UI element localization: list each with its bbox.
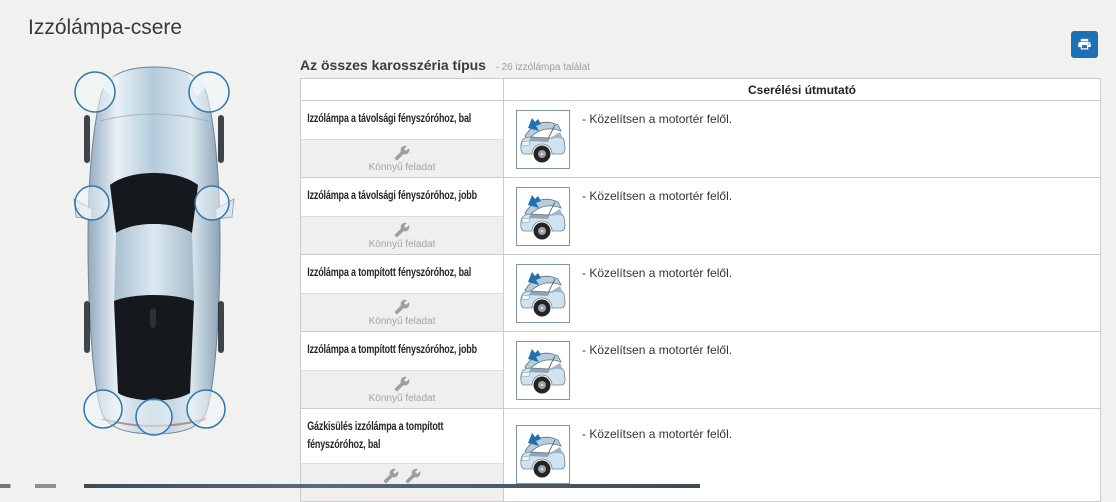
guide-instruction: - Közelítsen a motortér felől. bbox=[582, 427, 732, 441]
wrench-icon bbox=[394, 145, 410, 161]
guide-instruction: - Közelítsen a motortér felől. bbox=[582, 266, 732, 280]
car-body bbox=[74, 67, 234, 434]
footer-edge bbox=[0, 484, 700, 488]
guide-cell: - Közelítsen a motortér felől. bbox=[504, 255, 1101, 332]
wrench-icons bbox=[394, 145, 410, 161]
wrench-icon bbox=[394, 222, 410, 238]
difficulty-label: Könnyű feladat bbox=[369, 393, 436, 404]
wrench-icons bbox=[383, 468, 421, 484]
guide-cell: - Közelítsen a motortér felől. bbox=[504, 101, 1101, 178]
hotspot-rear-left-lamp[interactable] bbox=[84, 390, 122, 428]
bulb-title: Izzólámpa a távolsági fényszóróhoz, bal bbox=[301, 101, 501, 139]
car-open-hood-icon bbox=[518, 112, 568, 167]
bulb-cell: Izzólámpa a tompított fényszóróhoz, bal … bbox=[301, 255, 504, 332]
bulb-title: Izzólámpa a tompított fényszóróhoz, bal bbox=[301, 255, 501, 293]
wrench-icon bbox=[394, 299, 410, 315]
hotspot-mirror-right-lamp[interactable] bbox=[195, 186, 229, 220]
bulb-title: Gázkisülés izzólámpa a tompított fényszó… bbox=[301, 409, 501, 463]
guide-cell: - Közelítsen a motortér felől. bbox=[504, 332, 1101, 409]
table-header-empty-cell bbox=[301, 79, 504, 101]
difficulty-badge: Könnyű feladat bbox=[301, 293, 503, 331]
guide-instruction: - Közelítsen a motortér felől. bbox=[582, 343, 732, 357]
bulb-cell: Izzólámpa a távolsági fényszóróhoz, bal … bbox=[301, 101, 504, 178]
printer-icon bbox=[1077, 37, 1092, 52]
car-open-hood-icon bbox=[518, 343, 568, 398]
difficulty-badge: Könnyű feladat bbox=[301, 370, 503, 408]
results-header: Az összes karosszéria típus - 26 izzólám… bbox=[300, 57, 590, 75]
hotspot-rear-right-lamp[interactable] bbox=[187, 390, 225, 428]
bulb-title: Izzólámpa a tompított fényszóróhoz, jobb bbox=[301, 332, 501, 370]
hotspot-front-right-lamp[interactable] bbox=[189, 72, 229, 112]
guide-instruction: - Közelítsen a motortér felől. bbox=[582, 189, 732, 203]
page-title: Izzólámpa-csere bbox=[28, 16, 182, 40]
table-row[interactable]: Izzólámpa a tompított fényszóróhoz, jobb… bbox=[301, 332, 1101, 409]
bulb-title: Izzólámpa a távolsági fényszóróhoz, jobb bbox=[301, 178, 501, 216]
table-row[interactable]: Izzólámpa a távolsági fényszóróhoz, jobb… bbox=[301, 178, 1101, 255]
guide-thumbnail[interactable] bbox=[516, 110, 570, 169]
bulb-cell: Izzólámpa a távolsági fényszóróhoz, jobb… bbox=[301, 178, 504, 255]
results-count: - 26 izzólámpa találat bbox=[495, 62, 590, 73]
hotspot-front-left-lamp[interactable] bbox=[75, 72, 115, 112]
wrench-icon bbox=[383, 468, 399, 484]
guide-thumbnail[interactable] bbox=[516, 341, 570, 400]
results-heading: Az összes karosszéria típus bbox=[300, 57, 486, 73]
guide-instruction: - Közelítsen a motortér felől. bbox=[582, 112, 732, 126]
guide-thumbnail[interactable] bbox=[516, 425, 570, 484]
car-open-hood-icon bbox=[518, 427, 568, 482]
difficulty-label: Könnyű feladat bbox=[369, 162, 436, 173]
car-top-view-illustration bbox=[70, 61, 238, 438]
car-open-hood-icon bbox=[518, 189, 568, 244]
wrench-icons bbox=[394, 376, 410, 392]
wrench-icon bbox=[394, 376, 410, 392]
difficulty-badge: Könnyű feladat bbox=[301, 216, 503, 254]
wrench-icons bbox=[394, 299, 410, 315]
difficulty-label: Könnyű feladat bbox=[369, 239, 436, 250]
table-header-guide: Cserélési útmutató bbox=[504, 79, 1101, 101]
print-button[interactable] bbox=[1071, 31, 1098, 58]
bulb-guide-table: Cserélési útmutató Izzólámpa a távolsági… bbox=[300, 78, 1101, 502]
guide-thumbnail[interactable] bbox=[516, 264, 570, 323]
difficulty-label: Könnyű feladat bbox=[369, 316, 436, 327]
guide-thumbnail[interactable] bbox=[516, 187, 570, 246]
table-row[interactable]: Izzólámpa a távolsági fényszóróhoz, bal … bbox=[301, 101, 1101, 178]
difficulty-badge: Könnyű feladat bbox=[301, 139, 503, 177]
wrench-icons bbox=[394, 222, 410, 238]
difficulty-badge bbox=[301, 463, 503, 501]
car-open-hood-icon bbox=[518, 266, 568, 321]
table-row[interactable]: Izzólámpa a tompított fényszóróhoz, bal … bbox=[301, 255, 1101, 332]
hotspot-rear-center-lamp[interactable] bbox=[136, 399, 172, 435]
guide-cell: - Közelítsen a motortér felől. bbox=[504, 178, 1101, 255]
bulb-cell: Izzólámpa a tompított fényszóróhoz, jobb… bbox=[301, 332, 504, 409]
hotspot-mirror-left-lamp[interactable] bbox=[75, 186, 109, 220]
wrench-icon bbox=[405, 468, 421, 484]
